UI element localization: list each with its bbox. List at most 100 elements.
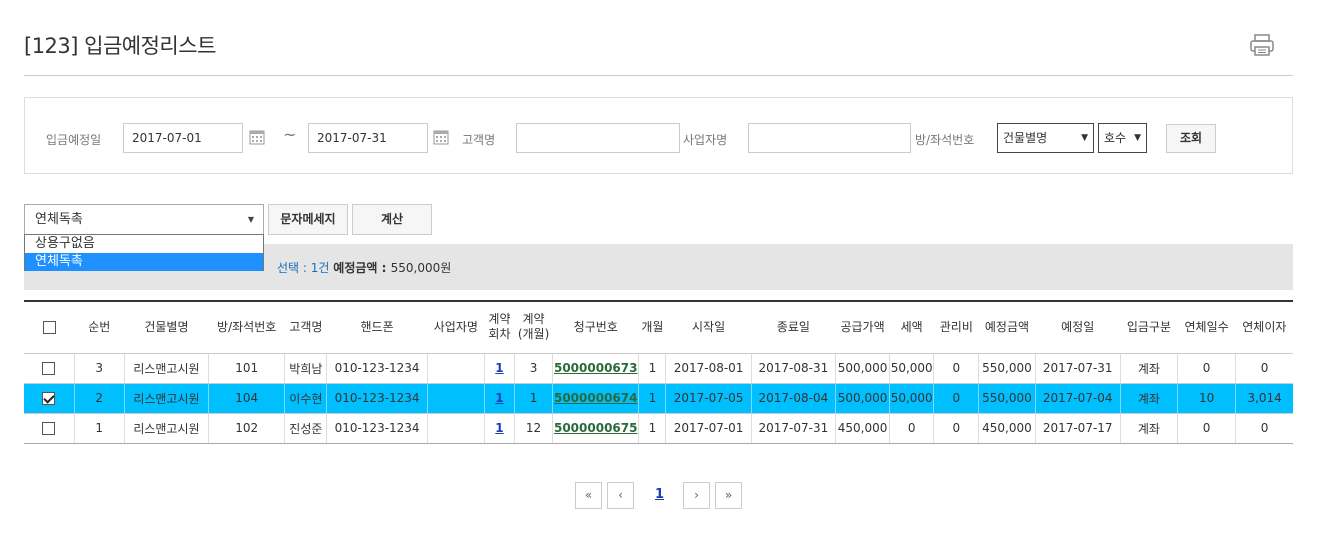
cell-bill-no: 5000000673	[552, 353, 639, 384]
row-checkbox-checked[interactable]	[42, 392, 56, 405]
cell-pay-type: 계좌	[1119, 413, 1178, 444]
cell-contract-months: 12	[513, 413, 553, 444]
bill-no-link[interactable]: 5000000675	[554, 421, 638, 435]
bill-no-link[interactable]: 5000000673	[554, 361, 638, 375]
header-phone[interactable]: 핸드폰	[326, 300, 428, 354]
table-row[interactable]: 1 리스맨고시원 102 진성준 010-123-1234 1 12 50000…	[24, 413, 1293, 444]
first-page-button[interactable]: «	[575, 482, 602, 509]
cell-overdue-days: 10	[1176, 383, 1236, 414]
header-due[interactable]: 예정일	[1035, 300, 1121, 354]
calendar-icon[interactable]	[249, 129, 265, 145]
business-input[interactable]	[748, 123, 911, 153]
header-supply[interactable]: 공급가액	[835, 300, 890, 354]
table-row[interactable]: 3 리스맨고시원 101 박희남 010-123-1234 1 3 500000…	[24, 353, 1293, 384]
cell-overdue-interest: 0	[1235, 353, 1293, 384]
cell-start: 2017-07-05	[665, 383, 752, 414]
dropdown-arrow-icon: ▼	[1134, 133, 1141, 143]
table-header-row: 순번 건물별명 방/좌석번호 고객명 핸드폰 사업자명 계약 회차 계약 (개월…	[24, 300, 1293, 354]
select-all-checkbox[interactable]	[42, 320, 56, 334]
building-select[interactable]: 건물별명 ▼	[997, 123, 1094, 153]
header-mgmt[interactable]: 관리비	[933, 300, 979, 354]
header-overdue-days[interactable]: 연체일수	[1177, 300, 1236, 354]
cell-bill-no: 5000000674	[552, 383, 639, 414]
calc-button[interactable]: 계산	[352, 204, 432, 235]
row-select-cell[interactable]	[24, 383, 75, 414]
cell-pay-type: 계좌	[1119, 383, 1178, 414]
payment-schedule-table: 순번 건물별명 방/좌석번호 고객명 핸드폰 사업자명 계약 회차 계약 (개월…	[24, 300, 1293, 444]
cell-mgmt: 0	[933, 413, 979, 444]
calendar-icon[interactable]	[433, 129, 449, 145]
date-to-input[interactable]	[308, 123, 428, 153]
room-label: 방/좌석번호	[915, 133, 975, 147]
cell-building: 리스맨고시원	[123, 383, 209, 414]
customer-input[interactable]	[516, 123, 680, 153]
cell-bill-no: 5000000675	[552, 413, 639, 444]
cell-due: 2017-07-31	[1034, 353, 1121, 384]
cell-building: 리스맨고시원	[123, 413, 209, 444]
header-business[interactable]: 사업자명	[427, 300, 485, 354]
cell-amount: 550,000	[978, 383, 1036, 414]
round-link[interactable]: 1	[495, 421, 503, 435]
prev-page-button[interactable]: ‹	[607, 482, 634, 509]
header-round[interactable]: 계약 회차	[484, 300, 515, 354]
header-start[interactable]: 시작일	[665, 300, 752, 354]
date-label: 입금예정일	[46, 133, 102, 147]
cell-overdue-days: 0	[1176, 413, 1236, 444]
header-contract-months[interactable]: 계약 (개월)	[514, 300, 553, 354]
header-bill-no[interactable]: 청구번호	[552, 300, 639, 354]
round-link[interactable]: 1	[495, 361, 503, 375]
next-page-button[interactable]: ›	[683, 482, 710, 509]
page-number-current[interactable]: 1	[655, 487, 664, 502]
table-row-selected[interactable]: 2 리스맨고시원 104 이수현 010-123-1234 1 1 500000…	[24, 383, 1293, 414]
date-from-input[interactable]	[123, 123, 243, 153]
cell-contract-months: 1	[513, 383, 553, 414]
cell-room: 104	[208, 383, 285, 414]
message-template-select[interactable]: 연체독촉 ▼	[24, 204, 264, 235]
cell-mgmt: 0	[933, 383, 979, 414]
room-select[interactable]: 호수 ▼	[1098, 123, 1147, 153]
header-tax[interactable]: 세액	[889, 300, 934, 354]
header-room[interactable]: 방/좌석번호	[208, 300, 285, 354]
business-label: 사업자명	[683, 133, 728, 147]
sms-button[interactable]: 문자메세지	[268, 204, 348, 235]
row-select-cell[interactable]	[24, 353, 75, 384]
header-overdue-interest[interactable]: 연체이자	[1235, 300, 1293, 354]
header-pay-type[interactable]: 입금구분	[1120, 300, 1178, 354]
print-icon[interactable]	[1249, 33, 1275, 57]
header-select-all[interactable]	[24, 300, 75, 354]
cell-overdue-days: 0	[1176, 353, 1236, 384]
header-no[interactable]: 순번	[74, 300, 125, 354]
cell-due: 2017-07-17	[1034, 413, 1121, 444]
header-amount[interactable]: 예정금액	[978, 300, 1036, 354]
cell-supply: 500,000	[834, 353, 890, 384]
cell-months: 1	[638, 353, 666, 384]
cell-start: 2017-07-01	[665, 413, 752, 444]
cell-overdue-interest: 0	[1235, 413, 1293, 444]
header-customer[interactable]: 고객명	[284, 300, 327, 354]
cell-supply: 450,000	[834, 413, 890, 444]
last-page-button[interactable]: »	[715, 482, 742, 509]
row-select-cell[interactable]	[24, 413, 75, 444]
customer-label: 고객명	[462, 133, 496, 147]
selected-count: 1건	[310, 261, 330, 275]
cell-months: 1	[638, 413, 666, 444]
cell-amount: 450,000	[978, 413, 1036, 444]
template-option-overdue[interactable]: 연체독촉	[25, 253, 263, 271]
cell-phone: 010-123-1234	[326, 383, 428, 414]
template-option-none[interactable]: 상용구없음	[25, 235, 263, 253]
search-button[interactable]: 조회	[1166, 124, 1216, 153]
row-checkbox[interactable]	[42, 422, 56, 435]
cell-no: 1	[73, 413, 125, 444]
cell-no: 3	[73, 353, 125, 384]
amount-label: 예정금액 :	[333, 261, 391, 275]
bill-no-link[interactable]: 5000000674	[554, 391, 638, 405]
row-checkbox[interactable]	[42, 362, 56, 375]
cell-mgmt: 0	[933, 353, 979, 384]
cell-start: 2017-08-01	[665, 353, 752, 384]
header-building[interactable]: 건물별명	[124, 300, 209, 354]
round-link[interactable]: 1	[495, 391, 503, 405]
dropdown-arrow-icon: ▼	[1081, 133, 1088, 143]
header-months[interactable]: 개월	[638, 300, 666, 354]
header-end[interactable]: 종료일	[751, 300, 836, 354]
cell-customer: 진성준	[284, 413, 327, 444]
